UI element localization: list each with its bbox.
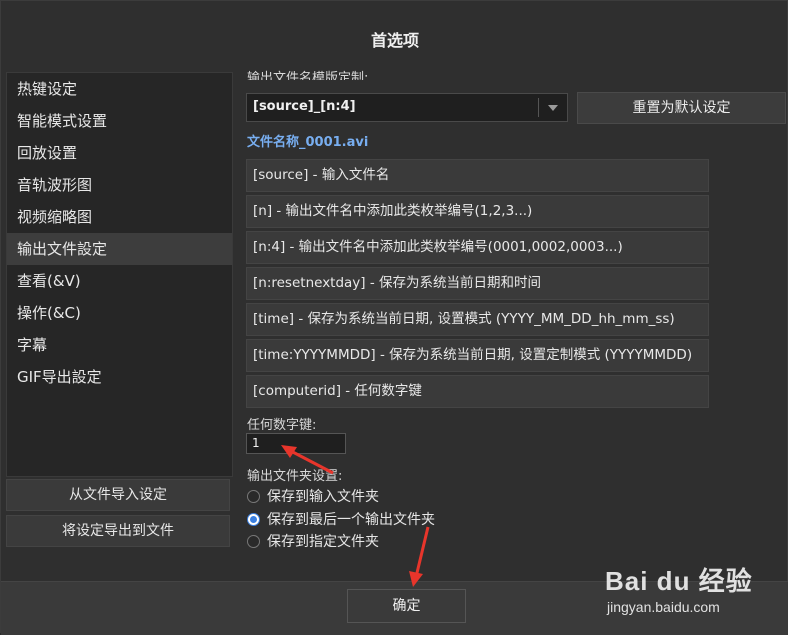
- sidebar-item-smart-mode[interactable]: 智能模式设置: [7, 105, 232, 137]
- import-settings-button[interactable]: 从文件导入设定: [6, 479, 230, 511]
- sidebar-item-hotkeys[interactable]: 热键设定: [7, 73, 232, 105]
- combo-divider: [538, 98, 539, 117]
- tag-button-n4[interactable]: [n:4] - 输出文件名中添加此类枚举编号(0001,0002,0003...…: [246, 231, 709, 264]
- sidebar: 热键设定 智能模式设置 回放设置 音轨波形图 视频缩略图 输出文件設定 查看(&…: [6, 72, 233, 477]
- radio-label: 保存到最后一个输出文件夹: [267, 512, 435, 528]
- tag-button-time-format[interactable]: [time:YYYYMMDD] - 保存为系统当前日期, 设置定制模式 (YYY…: [246, 339, 709, 372]
- number-key-input[interactable]: 1: [246, 433, 346, 454]
- sidebar-item-playback[interactable]: 回放设置: [7, 137, 232, 169]
- tag-button-n[interactable]: [n] - 输出文件名中添加此类枚举编号(1,2,3...): [246, 195, 709, 228]
- preferences-dialog: 首选项 热键设定 智能模式设置 回放设置 音轨波形图 视频缩略图 输出文件設定 …: [0, 0, 788, 635]
- sidebar-item-gif-export[interactable]: GIF导出設定: [7, 361, 232, 393]
- number-key-label: 任何数字键:: [247, 418, 317, 433]
- tag-button-source[interactable]: [source] - 输入文件名: [246, 159, 709, 192]
- filename-template-value: [source]_[n:4]: [253, 99, 356, 114]
- radio-label: 保存到输入文件夹: [267, 489, 379, 505]
- watermark-brand: Bai du 经验: [605, 566, 753, 596]
- filename-preview: 文件名称_0001.avi: [247, 135, 369, 150]
- sidebar-item-subtitles[interactable]: 字幕: [7, 329, 232, 361]
- template-label: 输出文件名模版定制:: [247, 71, 369, 80]
- radio-button[interactable]: [247, 489, 260, 503]
- ok-button[interactable]: 确定: [347, 589, 466, 623]
- chevron-down-icon[interactable]: [548, 105, 558, 111]
- tag-button-time[interactable]: [time] - 保存为系统当前日期, 设置模式 (YYYY_MM_DD_hh_…: [246, 303, 709, 336]
- output-folder-label: 输出文件夹设置:: [247, 469, 343, 484]
- tag-button-resetnextday[interactable]: [n:resetnextday] - 保存为系统当前日期和时间: [246, 267, 709, 300]
- radio-save-last-folder[interactable]: 保存到最后一个输出文件夹: [247, 509, 435, 529]
- radio-button[interactable]: [247, 534, 260, 548]
- sidebar-item-view[interactable]: 查看(&V): [7, 265, 232, 297]
- export-settings-button[interactable]: 将设定导出到文件: [6, 515, 230, 547]
- sidebar-item-output-file[interactable]: 输出文件設定: [7, 233, 232, 265]
- reset-default-button[interactable]: 重置为默认设定: [577, 92, 786, 124]
- watermark-url: jingyan.baidu.com: [607, 599, 720, 615]
- radio-button-checked[interactable]: [247, 512, 260, 526]
- sidebar-item-thumbnails[interactable]: 视频缩略图: [7, 201, 232, 233]
- radio-label: 保存到指定文件夹: [267, 534, 379, 550]
- radio-save-input-folder[interactable]: 保存到输入文件夹: [247, 486, 379, 506]
- filename-template-combo[interactable]: [source]_[n:4]: [246, 93, 568, 122]
- baidu-watermark: Bai du 经验 jingyan.baidu.com: [605, 561, 785, 621]
- sidebar-item-waveform[interactable]: 音轨波形图: [7, 169, 232, 201]
- tag-button-computerid[interactable]: [computerid] - 任何数字键: [246, 375, 709, 408]
- dialog-title: 首选项: [370, 31, 419, 50]
- radio-save-specified-folder[interactable]: 保存到指定文件夹: [247, 531, 379, 551]
- sidebar-item-operation[interactable]: 操作(&C): [7, 297, 232, 329]
